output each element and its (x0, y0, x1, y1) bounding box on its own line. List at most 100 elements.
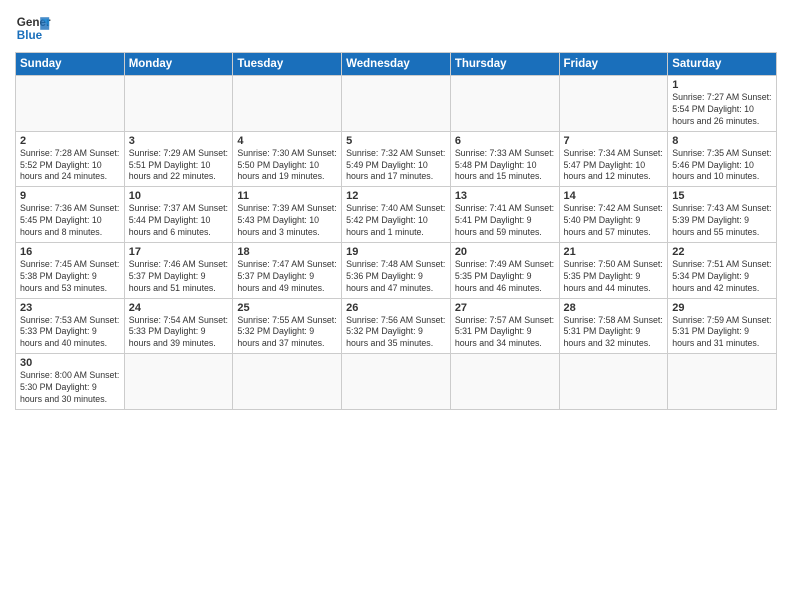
day-number: 28 (564, 302, 664, 314)
day-number: 14 (564, 190, 664, 202)
day-info: Sunrise: 7:27 AM Sunset: 5:54 PM Dayligh… (672, 92, 772, 128)
day-info: Sunrise: 7:58 AM Sunset: 5:31 PM Dayligh… (564, 315, 664, 351)
day-info: Sunrise: 7:50 AM Sunset: 5:35 PM Dayligh… (564, 259, 664, 295)
calendar-cell: 14Sunrise: 7:42 AM Sunset: 5:40 PM Dayli… (559, 187, 668, 243)
day-number: 15 (672, 190, 772, 202)
day-info: Sunrise: 7:55 AM Sunset: 5:32 PM Dayligh… (237, 315, 337, 351)
svg-text:Blue: Blue (17, 29, 43, 42)
calendar-cell: 9Sunrise: 7:36 AM Sunset: 5:45 PM Daylig… (16, 187, 125, 243)
calendar-cell: 1Sunrise: 7:27 AM Sunset: 5:54 PM Daylig… (668, 76, 777, 132)
calendar-week-row: 23Sunrise: 7:53 AM Sunset: 5:33 PM Dayli… (16, 298, 777, 354)
calendar-cell: 3Sunrise: 7:29 AM Sunset: 5:51 PM Daylig… (124, 131, 233, 187)
calendar-cell: 5Sunrise: 7:32 AM Sunset: 5:49 PM Daylig… (342, 131, 451, 187)
day-number: 22 (672, 246, 772, 258)
calendar-table: SundayMondayTuesdayWednesdayThursdayFrid… (15, 52, 777, 410)
calendar-cell: 21Sunrise: 7:50 AM Sunset: 5:35 PM Dayli… (559, 242, 668, 298)
calendar-cell: 18Sunrise: 7:47 AM Sunset: 5:37 PM Dayli… (233, 242, 342, 298)
weekday-header-friday: Friday (559, 53, 668, 76)
calendar-cell (342, 76, 451, 132)
day-info: Sunrise: 7:28 AM Sunset: 5:52 PM Dayligh… (20, 148, 120, 184)
calendar-cell: 29Sunrise: 7:59 AM Sunset: 5:31 PM Dayli… (668, 298, 777, 354)
day-info: Sunrise: 7:32 AM Sunset: 5:49 PM Dayligh… (346, 148, 446, 184)
day-number: 7 (564, 135, 664, 147)
day-info: Sunrise: 7:30 AM Sunset: 5:50 PM Dayligh… (237, 148, 337, 184)
day-number: 10 (129, 190, 229, 202)
calendar-cell (450, 76, 559, 132)
day-number: 13 (455, 190, 555, 202)
day-info: Sunrise: 7:34 AM Sunset: 5:47 PM Dayligh… (564, 148, 664, 184)
day-info: Sunrise: 7:57 AM Sunset: 5:31 PM Dayligh… (455, 315, 555, 351)
day-info: Sunrise: 7:49 AM Sunset: 5:35 PM Dayligh… (455, 259, 555, 295)
calendar-cell: 10Sunrise: 7:37 AM Sunset: 5:44 PM Dayli… (124, 187, 233, 243)
day-number: 4 (237, 135, 337, 147)
calendar-cell: 17Sunrise: 7:46 AM Sunset: 5:37 PM Dayli… (124, 242, 233, 298)
calendar-cell (124, 76, 233, 132)
day-info: Sunrise: 7:39 AM Sunset: 5:43 PM Dayligh… (237, 203, 337, 239)
day-info: Sunrise: 7:36 AM Sunset: 5:45 PM Dayligh… (20, 203, 120, 239)
weekday-header-tuesday: Tuesday (233, 53, 342, 76)
day-info: Sunrise: 7:56 AM Sunset: 5:32 PM Dayligh… (346, 315, 446, 351)
day-number: 26 (346, 302, 446, 314)
calendar-week-row: 30Sunrise: 8:00 AM Sunset: 5:30 PM Dayli… (16, 354, 777, 410)
day-number: 29 (672, 302, 772, 314)
day-number: 8 (672, 135, 772, 147)
calendar-cell (233, 354, 342, 410)
calendar-cell: 8Sunrise: 7:35 AM Sunset: 5:46 PM Daylig… (668, 131, 777, 187)
calendar-cell: 22Sunrise: 7:51 AM Sunset: 5:34 PM Dayli… (668, 242, 777, 298)
calendar-cell (233, 76, 342, 132)
day-info: Sunrise: 7:41 AM Sunset: 5:41 PM Dayligh… (455, 203, 555, 239)
calendar-week-row: 16Sunrise: 7:45 AM Sunset: 5:38 PM Dayli… (16, 242, 777, 298)
day-info: Sunrise: 7:45 AM Sunset: 5:38 PM Dayligh… (20, 259, 120, 295)
day-number: 24 (129, 302, 229, 314)
day-number: 16 (20, 246, 120, 258)
day-number: 2 (20, 135, 120, 147)
day-info: Sunrise: 7:40 AM Sunset: 5:42 PM Dayligh… (346, 203, 446, 239)
calendar-cell: 11Sunrise: 7:39 AM Sunset: 5:43 PM Dayli… (233, 187, 342, 243)
day-number: 23 (20, 302, 120, 314)
weekday-header-wednesday: Wednesday (342, 53, 451, 76)
day-number: 25 (237, 302, 337, 314)
calendar-week-row: 1Sunrise: 7:27 AM Sunset: 5:54 PM Daylig… (16, 76, 777, 132)
day-info: Sunrise: 7:46 AM Sunset: 5:37 PM Dayligh… (129, 259, 229, 295)
weekday-header-thursday: Thursday (450, 53, 559, 76)
day-info: Sunrise: 7:51 AM Sunset: 5:34 PM Dayligh… (672, 259, 772, 295)
day-number: 30 (20, 357, 120, 369)
calendar-cell: 6Sunrise: 7:33 AM Sunset: 5:48 PM Daylig… (450, 131, 559, 187)
day-info: Sunrise: 7:47 AM Sunset: 5:37 PM Dayligh… (237, 259, 337, 295)
calendar-week-row: 9Sunrise: 7:36 AM Sunset: 5:45 PM Daylig… (16, 187, 777, 243)
calendar-cell (559, 354, 668, 410)
calendar-cell: 16Sunrise: 7:45 AM Sunset: 5:38 PM Dayli… (16, 242, 125, 298)
day-info: Sunrise: 8:00 AM Sunset: 5:30 PM Dayligh… (20, 370, 120, 406)
calendar-cell (450, 354, 559, 410)
calendar-cell: 20Sunrise: 7:49 AM Sunset: 5:35 PM Dayli… (450, 242, 559, 298)
calendar-header-row: SundayMondayTuesdayWednesdayThursdayFrid… (16, 53, 777, 76)
calendar-cell: 2Sunrise: 7:28 AM Sunset: 5:52 PM Daylig… (16, 131, 125, 187)
day-info: Sunrise: 7:59 AM Sunset: 5:31 PM Dayligh… (672, 315, 772, 351)
day-number: 9 (20, 190, 120, 202)
calendar-cell (559, 76, 668, 132)
calendar-cell: 15Sunrise: 7:43 AM Sunset: 5:39 PM Dayli… (668, 187, 777, 243)
logo: General Blue (15, 10, 51, 46)
calendar-cell (342, 354, 451, 410)
day-info: Sunrise: 7:42 AM Sunset: 5:40 PM Dayligh… (564, 203, 664, 239)
day-number: 11 (237, 190, 337, 202)
calendar-cell: 28Sunrise: 7:58 AM Sunset: 5:31 PM Dayli… (559, 298, 668, 354)
calendar-week-row: 2Sunrise: 7:28 AM Sunset: 5:52 PM Daylig… (16, 131, 777, 187)
day-info: Sunrise: 7:53 AM Sunset: 5:33 PM Dayligh… (20, 315, 120, 351)
weekday-header-saturday: Saturday (668, 53, 777, 76)
day-number: 5 (346, 135, 446, 147)
day-info: Sunrise: 7:33 AM Sunset: 5:48 PM Dayligh… (455, 148, 555, 184)
day-info: Sunrise: 7:37 AM Sunset: 5:44 PM Dayligh… (129, 203, 229, 239)
calendar-cell: 4Sunrise: 7:30 AM Sunset: 5:50 PM Daylig… (233, 131, 342, 187)
day-info: Sunrise: 7:29 AM Sunset: 5:51 PM Dayligh… (129, 148, 229, 184)
weekday-header-monday: Monday (124, 53, 233, 76)
day-number: 3 (129, 135, 229, 147)
calendar-cell: 7Sunrise: 7:34 AM Sunset: 5:47 PM Daylig… (559, 131, 668, 187)
weekday-header-sunday: Sunday (16, 53, 125, 76)
calendar-cell: 27Sunrise: 7:57 AM Sunset: 5:31 PM Dayli… (450, 298, 559, 354)
day-number: 21 (564, 246, 664, 258)
day-number: 19 (346, 246, 446, 258)
calendar-cell: 24Sunrise: 7:54 AM Sunset: 5:33 PM Dayli… (124, 298, 233, 354)
calendar-cell (668, 354, 777, 410)
calendar-cell: 19Sunrise: 7:48 AM Sunset: 5:36 PM Dayli… (342, 242, 451, 298)
